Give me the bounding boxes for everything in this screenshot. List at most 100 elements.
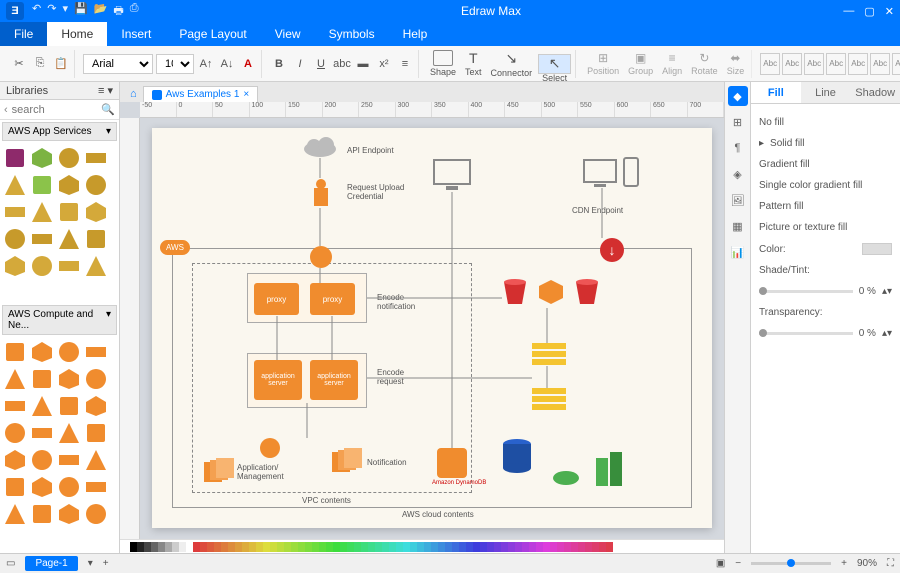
library-shape[interactable] — [30, 448, 54, 472]
library-shape[interactable] — [84, 200, 108, 224]
back-icon[interactable]: ‹ — [4, 104, 8, 116]
library-shape[interactable] — [30, 200, 54, 224]
color-chip[interactable] — [263, 542, 270, 552]
library-shape[interactable] — [57, 200, 81, 224]
library-shape[interactable] — [84, 367, 108, 391]
shade-slider[interactable] — [759, 290, 853, 293]
color-chip[interactable] — [466, 542, 473, 552]
decrease-font-icon[interactable]: A↓ — [218, 55, 236, 73]
library-shape[interactable] — [3, 421, 27, 445]
save-icon[interactable]: 💾 — [74, 2, 88, 21]
color-chip[interactable] — [501, 542, 508, 552]
color-chip[interactable] — [214, 542, 221, 552]
library-shape[interactable] — [57, 254, 81, 278]
library-shape[interactable] — [3, 448, 27, 472]
stepper-icon[interactable]: ▴▾ — [882, 328, 892, 339]
style-swatch[interactable]: Abc — [782, 53, 802, 75]
menu-insert[interactable]: Insert — [107, 22, 165, 46]
color-chip[interactable] — [235, 542, 242, 552]
color-chip[interactable] — [431, 542, 438, 552]
search-icon[interactable]: 🔍 — [101, 103, 115, 116]
maximize-icon[interactable]: ▢ — [864, 5, 874, 18]
open-icon[interactable]: 📂 — [94, 2, 108, 21]
library-shape[interactable] — [57, 367, 81, 391]
color-swatch[interactable] — [862, 243, 892, 255]
menu-home[interactable]: Home — [47, 22, 107, 46]
pages-icon[interactable]: ▭ — [6, 558, 15, 569]
color-chip[interactable] — [403, 542, 410, 552]
library-shape[interactable] — [3, 173, 27, 197]
library-shape[interactable] — [84, 146, 108, 170]
library-shape[interactable] — [84, 475, 108, 499]
color-chip[interactable] — [564, 542, 571, 552]
libraries-menu-icon[interactable]: ≡ ▾ — [98, 84, 113, 97]
style-swatch[interactable]: Abc — [760, 53, 780, 75]
library-shape[interactable] — [3, 502, 27, 526]
fill-option[interactable]: Single color gradient fill — [759, 175, 892, 196]
fullscreen-icon[interactable]: ⛶ — [887, 558, 894, 569]
color-chip[interactable] — [368, 542, 375, 552]
print-icon[interactable]: 🖶 — [113, 2, 123, 21]
color-chip[interactable] — [256, 542, 263, 552]
color-chip[interactable] — [270, 542, 277, 552]
color-chip[interactable] — [508, 542, 515, 552]
font-size-select[interactable]: 10 — [156, 54, 194, 74]
trans-slider[interactable] — [759, 332, 853, 335]
search-input[interactable] — [12, 104, 102, 116]
color-chip[interactable] — [445, 542, 452, 552]
color-chip[interactable] — [144, 542, 151, 552]
library-shape[interactable] — [84, 448, 108, 472]
color-chip[interactable] — [284, 542, 291, 552]
fill-option[interactable]: ▸Solid fill — [759, 133, 892, 154]
shape-tool[interactable]: Shape — [427, 50, 459, 77]
library-shape[interactable] — [57, 475, 81, 499]
color-chip[interactable] — [200, 542, 207, 552]
diagram-page[interactable]: AWS cloud contents AWS VPC contents API … — [152, 128, 712, 528]
color-chip[interactable] — [578, 542, 585, 552]
fill-option[interactable]: Gradient fill — [759, 154, 892, 175]
color-chip[interactable] — [382, 542, 389, 552]
style-swatch[interactable]: Abc — [826, 53, 846, 75]
color-chip[interactable] — [417, 542, 424, 552]
color-chip[interactable] — [193, 542, 200, 552]
color-chip[interactable] — [165, 542, 172, 552]
menu-view[interactable]: View — [261, 22, 315, 46]
doc-tab[interactable]: Aws Examples 1 × — [143, 86, 259, 102]
library-shape[interactable] — [57, 173, 81, 197]
color-chip[interactable] — [494, 542, 501, 552]
color-chip[interactable] — [396, 542, 403, 552]
library-shape[interactable] — [3, 475, 27, 499]
undo-icon[interactable]: ↶ — [32, 2, 41, 21]
color-chip[interactable] — [249, 542, 256, 552]
color-chip[interactable] — [473, 542, 480, 552]
color-chip[interactable] — [221, 542, 228, 552]
superscript-icon[interactable]: x² — [375, 55, 393, 73]
color-chip[interactable] — [326, 542, 333, 552]
fill-option[interactable]: Pattern fill — [759, 196, 892, 217]
color-chip[interactable] — [186, 542, 193, 552]
color-chip[interactable] — [592, 542, 599, 552]
color-chip[interactable] — [340, 542, 347, 552]
library-shape[interactable] — [3, 146, 27, 170]
category-aws-compute[interactable]: AWS Compute and Ne...▾ — [2, 305, 117, 335]
table-panel-icon[interactable]: ▦ — [728, 216, 748, 236]
color-chip[interactable] — [606, 542, 613, 552]
color-chip[interactable] — [312, 542, 319, 552]
color-chip[interactable] — [172, 542, 179, 552]
color-chip[interactable] — [277, 542, 284, 552]
text-tool[interactable]: TText — [462, 50, 485, 77]
color-chip[interactable] — [529, 542, 536, 552]
color-chip[interactable] — [361, 542, 368, 552]
library-shape[interactable] — [84, 173, 108, 197]
library-shape[interactable] — [3, 340, 27, 364]
tab-fill[interactable]: Fill — [751, 82, 801, 103]
rotate-tool[interactable]: ↻Rotate — [688, 51, 721, 76]
library-shape[interactable] — [57, 146, 81, 170]
library-shape[interactable] — [84, 227, 108, 251]
connector-tool[interactable]: ↘Connector — [488, 50, 536, 78]
style-swatch[interactable]: Abc — [848, 53, 868, 75]
zoom-slider[interactable] — [751, 562, 831, 565]
library-shape[interactable] — [57, 394, 81, 418]
library-shape[interactable] — [57, 421, 81, 445]
color-chip[interactable] — [515, 542, 522, 552]
